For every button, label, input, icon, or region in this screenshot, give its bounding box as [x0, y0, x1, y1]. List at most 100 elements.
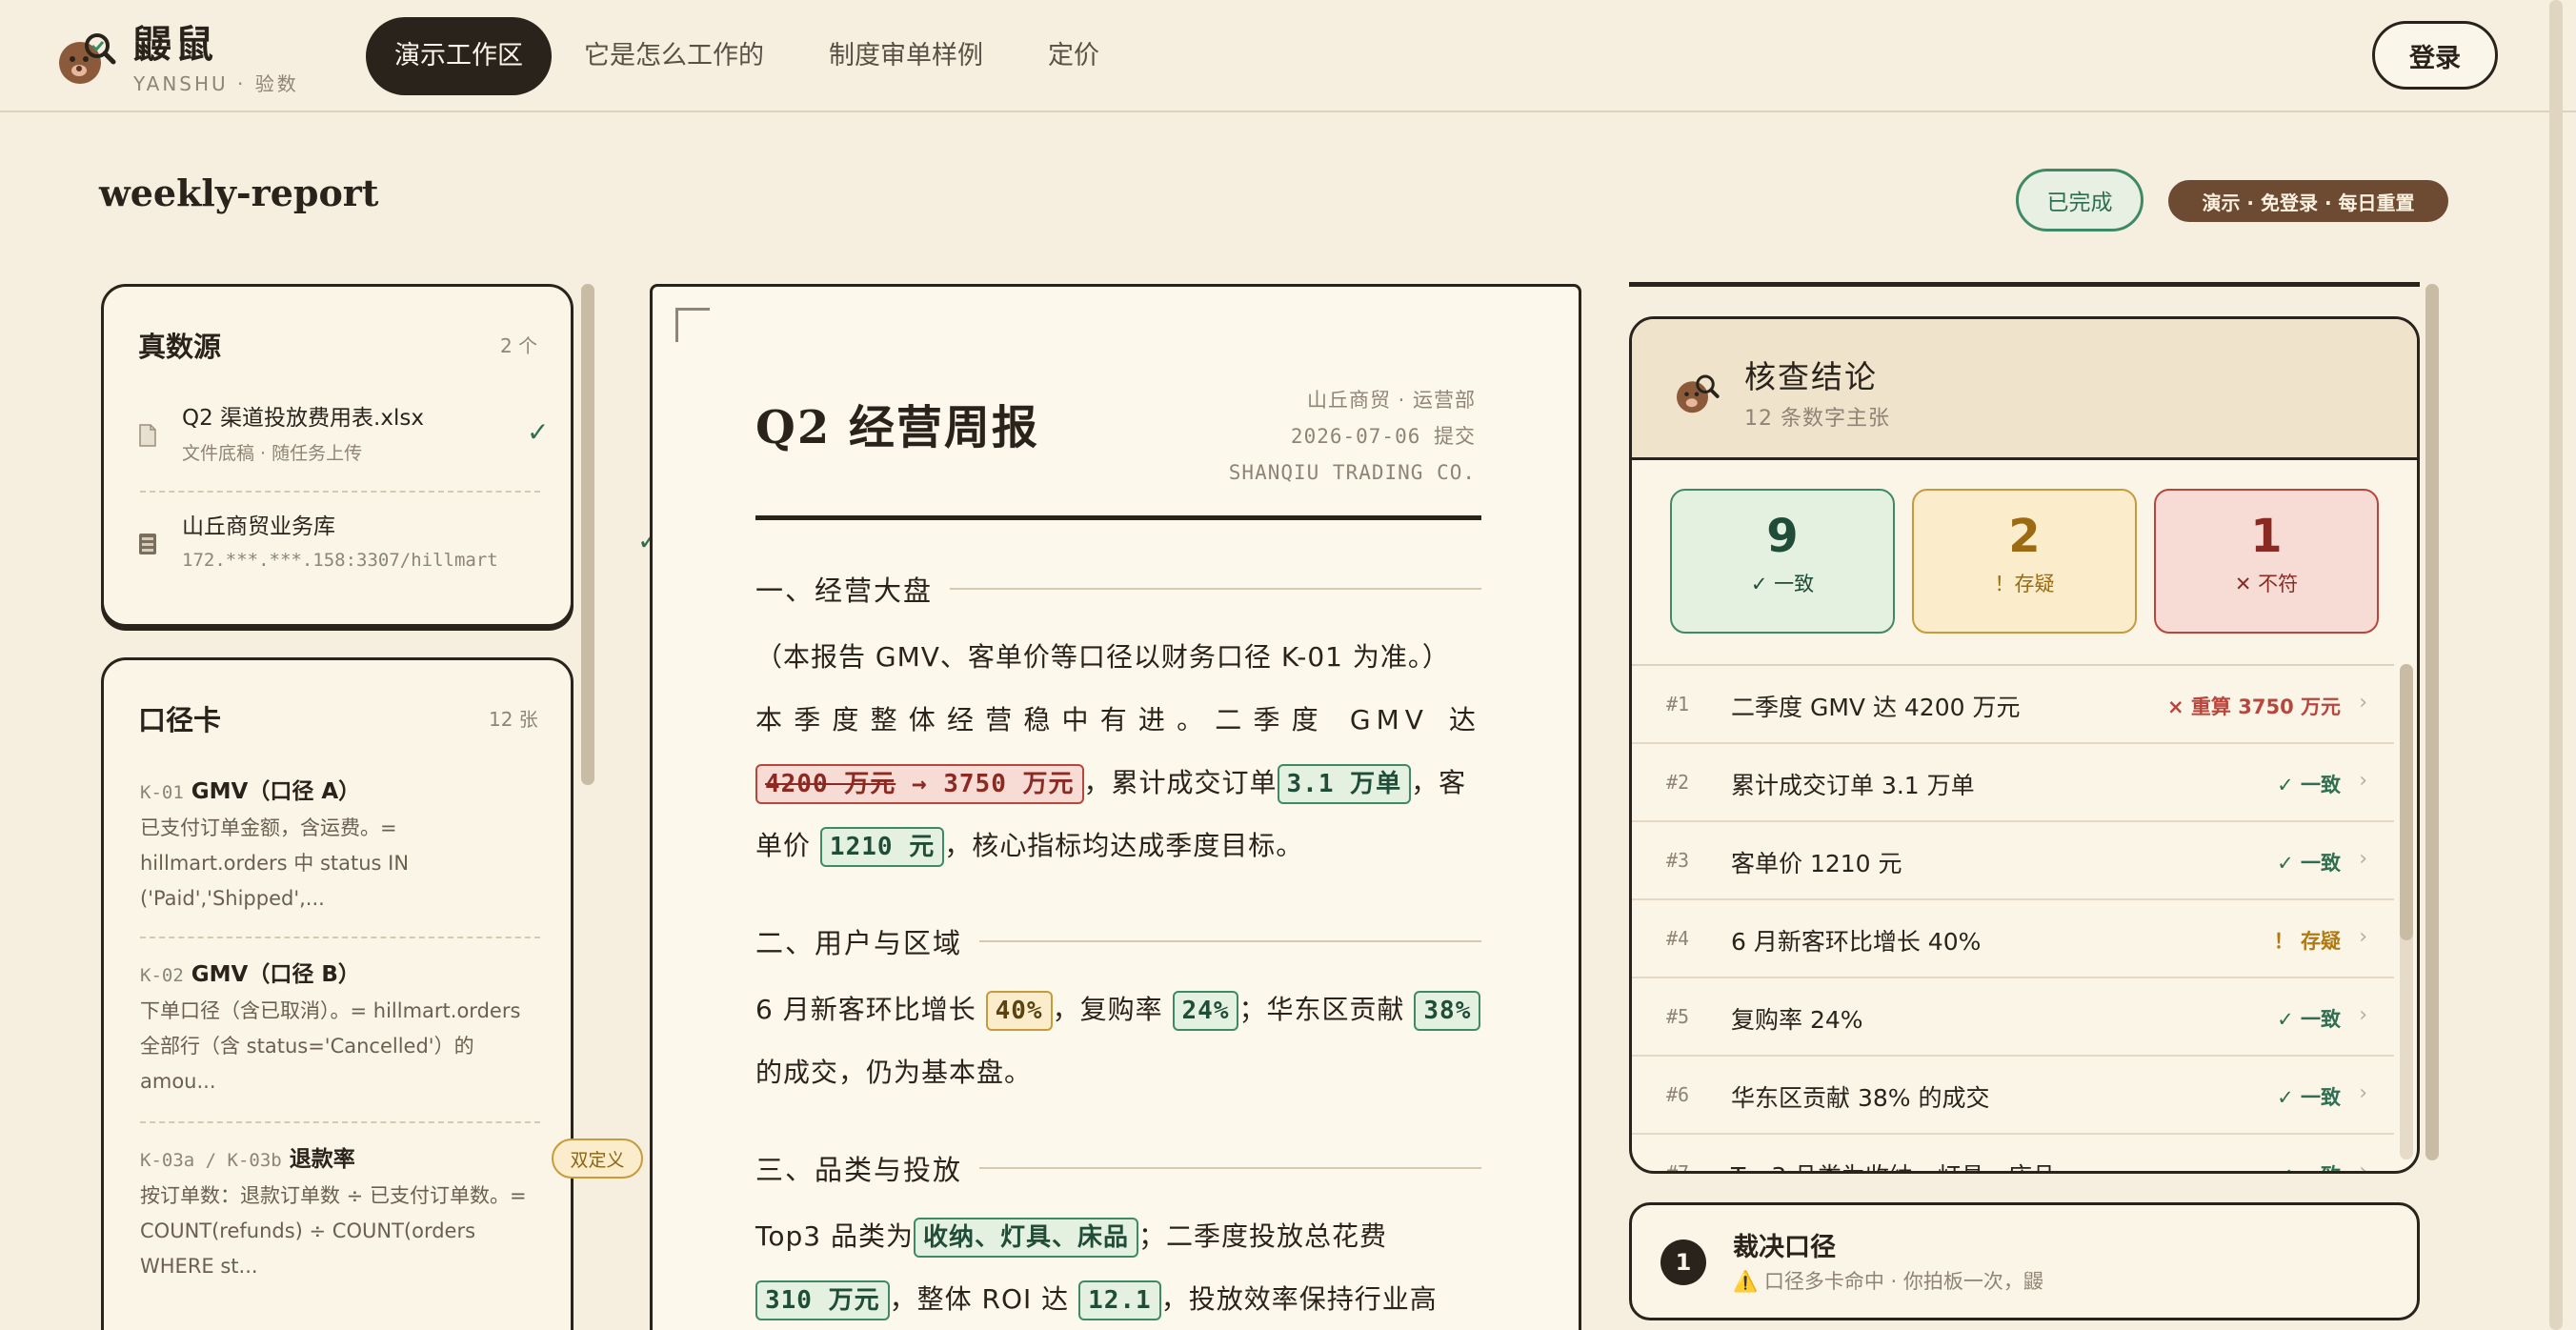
caliber-code: K-01	[140, 782, 184, 803]
stat-label: ✕ 不符	[2234, 573, 2299, 595]
nav-policy-samples[interactable]: 制度审单样例	[796, 17, 1016, 95]
sources-scrollbar[interactable]	[581, 284, 594, 785]
claim-row[interactable]: #4 6 月新客环比增长 40% ！ 存疑 ›	[1632, 900, 2394, 978]
verdict-panel: 核查结论 12 条数字主张 9 ✓ 一致 2 ！存疑 1 ✕ 不符 #1 二季度…	[1629, 316, 2420, 1174]
claim-index: #4	[1666, 927, 1690, 950]
claim-result: ！ 存疑	[2273, 930, 2341, 953]
page-scrollbar[interactable]	[2549, 0, 2563, 1330]
caliber-desc: 下单口径（含已取消）。= hillmart.orders 全部行（含 statu…	[140, 999, 521, 1093]
chevron-right-icon: ›	[2359, 1003, 2367, 1027]
text-line: 单价 1210 元，核心指标均达成季度目标。	[755, 815, 1481, 877]
caliber-item[interactable]: K-01 GMV（口径 A） 已支付订单金额，含运费。= hillmart.ord…	[140, 773, 540, 917]
claim-text: 累计成交订单 3.1 万单	[1731, 772, 1975, 799]
claim-text: Top3 品类为收纳、灯具、床品	[1731, 1158, 2056, 1171]
status-badge: 已完成	[2016, 169, 2143, 232]
divider	[140, 1121, 540, 1123]
chevron-right-icon: ›	[2359, 925, 2367, 949]
claims-scrollbar[interactable]	[2400, 664, 2413, 1159]
check-icon: ✓	[527, 416, 550, 448]
claim-highlight-ok[interactable]: 24%	[1172, 991, 1239, 1031]
caliber-desc: 按订单数：退款订单数 ÷ 已支付订单数。= COUNT(refunds) ÷ C…	[140, 1184, 527, 1278]
caliber-desc: 已支付订单金额，含运费。= hillmart.orders 中 status I…	[140, 816, 410, 910]
demo-mode-pill: 演示 · 免登录 · 每日重置	[2168, 180, 2448, 222]
title-rule	[755, 515, 1481, 520]
claim-result: ✓ 一致	[2277, 1160, 2341, 1171]
source-item[interactable]: 山丘商贸业务库 172.***.***.158:3307/hillmart ✓	[138, 508, 659, 584]
section-heading: 三、品类与投放	[755, 1148, 1481, 1188]
source-item[interactable]: Q2 渠道投放费用表.xlsx 文件底稿 · 随任务上传 ✓	[138, 399, 614, 475]
stat-mismatch[interactable]: 1 ✕ 不符	[2154, 489, 2379, 634]
chevron-right-icon: ›	[2359, 1081, 2367, 1105]
claim-row[interactable]: #1 二季度 GMV 达 4200 万元 × 重算 3750 万元 ›	[1632, 666, 2394, 744]
claim-highlight-doubt[interactable]: 40%	[985, 991, 1053, 1031]
nav-demo-workspace[interactable]: 演示工作区	[366, 17, 552, 95]
divider	[140, 491, 540, 493]
claim-highlight-ok[interactable]: 38%	[1414, 991, 1481, 1031]
claim-highlight-ok[interactable]: 收纳、灯具、床品	[913, 1218, 1138, 1258]
section-heading: 一、经营大盘	[755, 569, 1481, 609]
nav-pricing[interactable]: 定价	[1016, 17, 1132, 95]
verdict-topline	[1629, 282, 2420, 287]
claim-highlight-ok[interactable]: 12.1	[1078, 1280, 1161, 1320]
claim-result: ✓ 一致	[2277, 774, 2341, 796]
claims-list: #1 二季度 GMV 达 4200 万元 × 重算 3750 万元 › #2 累…	[1632, 664, 2394, 1171]
verdict-subtitle: 12 条数字主张	[1744, 407, 1890, 431]
stat-label: ！存疑	[1994, 573, 2055, 595]
caliber-code: K-03a / K-03b	[140, 1150, 282, 1171]
source-meta: 172.***.***.158:3307/hillmart	[182, 550, 498, 571]
claim-row[interactable]: #5 复购率 24% ✓ 一致 ›	[1632, 978, 2394, 1057]
caliber-name: GMV（口径 B）	[191, 962, 360, 987]
stat-doubtful[interactable]: 2 ！存疑	[1912, 489, 2137, 634]
nav-how-it-works[interactable]: 它是怎么工作的	[552, 17, 796, 95]
section-heading: 二、用户与区域	[755, 921, 1481, 961]
chevron-right-icon: ›	[2359, 847, 2367, 871]
claim-result: ✓ 一致	[2277, 1086, 2341, 1109]
claim-row[interactable]: #6 华东区贡献 38% 的成交 ✓ 一致 ›	[1632, 1057, 2394, 1135]
claim-highlight-ok[interactable]: 310 万元	[755, 1280, 890, 1320]
claim-text: 客单价 1210 元	[1731, 850, 1902, 877]
stat-number: 1	[2250, 510, 2283, 563]
sources-count: 2 个	[500, 334, 538, 357]
file-icon	[139, 424, 156, 447]
stat-number: 2	[2008, 510, 2041, 563]
chevron-right-icon: ›	[2359, 1159, 2367, 1174]
claim-highlight-ok[interactable]: 1210 元	[819, 827, 945, 867]
claim-highlight-mismatch[interactable]: 4200 万元 → 3750 万元	[755, 764, 1084, 804]
brand-name[interactable]: 鼹鼠	[133, 13, 217, 69]
claim-row[interactable]: #3 客单价 1210 元 ✓ 一致 ›	[1632, 822, 2394, 900]
mole-logo-icon[interactable]	[55, 30, 116, 86]
scroll-thumb[interactable]	[2400, 664, 2413, 940]
paragraph-categories: Top3 品类为 收纳、灯具、床品 ；二季度投放总花费 310 万元 ，整体 ROI …	[755, 1205, 1481, 1330]
claim-row[interactable]: #2 累计成交订单 3.1 万单 ✓ 一致 ›	[1632, 744, 2394, 822]
stat-consistent[interactable]: 9 ✓ 一致	[1670, 489, 1895, 634]
caliber-item[interactable]: K-02 GMV（口径 B） 下单口径（含已取消）。= hillmart.orde…	[140, 956, 540, 1099]
ruling-description: ⚠️ 口径多卡命中 · 你拍板一次，鼹	[1733, 1270, 2043, 1293]
ruling-card[interactable]: 1 裁决口径 ⚠️ 口径多卡命中 · 你拍板一次，鼹	[1629, 1202, 2420, 1320]
stat-label: ✓ 一致	[1750, 573, 1815, 595]
claim-highlight-ok[interactable]: 3.1 万单	[1277, 764, 1412, 804]
claim-result: × 重算 3750 万元	[2167, 695, 2341, 718]
caliber-name: 退款率	[289, 1147, 355, 1172]
scroll-thumb[interactable]	[581, 284, 594, 785]
claim-text: 华东区贡献 38% 的成交	[1731, 1084, 1990, 1112]
paragraph-overview: （本报告 GMV、客单价等口径以财务口径 K-01 为准。） 本季度整体经营稳中…	[755, 626, 1481, 877]
source-meta: 文件底稿 · 随任务上传	[182, 443, 363, 464]
login-button[interactable]: 登录	[2372, 21, 2498, 90]
step-number: 1	[1660, 1239, 1706, 1285]
caliber-item[interactable]: K-03a / K-03b 退款率 按订单数：退款订单数 ÷ 已支付订单数。= C…	[140, 1140, 540, 1284]
document-meta: 山丘商贸 · 运营部 2026-07-06 提交 SHANQIU TRADING…	[1229, 382, 1476, 491]
caliber-card: 口径卡 12 张 K-01 GMV（口径 A） 已支付订单金额，含运费。= hil…	[101, 657, 643, 1330]
text-line: 6 月新客环比增长 40% ，复购率 24% ；华东区贡献 38%	[755, 978, 1481, 1041]
source-name: Q2 渠道投放费用表.xlsx	[182, 406, 424, 431]
right-column-scrollbar[interactable]	[2425, 284, 2439, 1160]
caliber-note: （本报告 GMV、客单价等口径以财务口径 K-01 为准。）	[755, 641, 1450, 673]
claim-row[interactable]: #7 Top3 品类为收纳、灯具、床品 ✓ 一致 ›	[1632, 1135, 2394, 1174]
ruling-title: 裁决口径	[1733, 1233, 1836, 1262]
scroll-thumb[interactable]	[2549, 0, 2563, 1330]
claim-index: #7	[1666, 1161, 1690, 1174]
database-icon	[139, 534, 156, 554]
main-nav: 演示工作区 它是怎么工作的 制度审单样例 定价	[366, 17, 1132, 95]
scroll-thumb[interactable]	[2425, 284, 2439, 1160]
caliber-title: 口径卡	[138, 704, 222, 736]
caliber-count: 12 张	[489, 708, 538, 731]
